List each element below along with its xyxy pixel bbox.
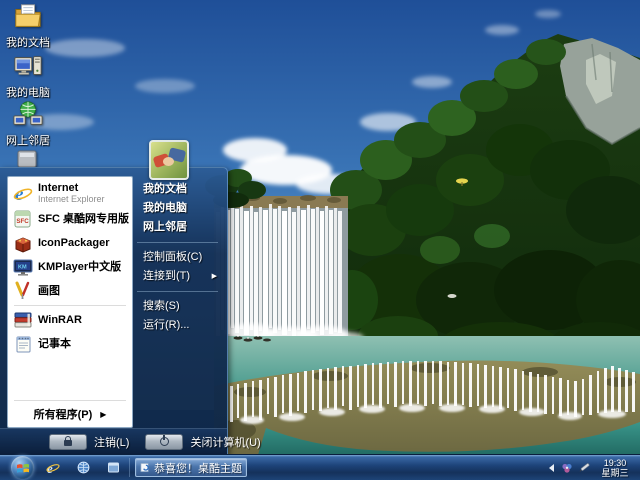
logoff-button[interactable] [49,433,87,450]
menu-item-my-computer[interactable]: 我的电脑 [133,199,222,218]
winrar-books-icon [14,312,32,328]
quick-launch-show-desktop[interactable] [106,460,121,475]
lock-icon [64,436,72,446]
start-menu: e Internet Internet Explorer SFC SFC 桌酷网… [0,140,261,455]
taskbar-divider [129,458,130,477]
desktop-icon-my-computer[interactable]: 我的电脑 [1,52,55,101]
taskbar: e 恭喜您！桌酷主题... 19:30 星期三 [0,454,640,480]
internet-explorer-icon: e [13,184,33,204]
logoff-label: 注销(L) [94,436,130,449]
menu-item-iconpackager[interactable]: IconPackager [8,231,132,255]
menu-spacer [8,356,132,398]
desktop-icon-network-places[interactable]: 网上邻居 [1,100,55,149]
quick-launch-internet-explorer[interactable]: e [45,460,60,475]
submenu-arrow-icon: ▶ [211,273,217,280]
task-button-zhuoku[interactable]: 恭喜您！桌酷主题... [135,458,247,477]
menu-item-connect-to[interactable]: 连接到(T) ▶ [133,267,222,286]
collapse-arrow-icon[interactable] [549,463,554,472]
clock-time: 19:30 [603,457,627,468]
shutdown-button[interactable] [145,433,184,450]
recycle-bin-icon [17,150,37,168]
taskbar-clock[interactable]: 19:30 星期三 [594,458,636,478]
system-tray: 19:30 星期三 [549,455,640,480]
my-documents-icon [15,4,41,27]
desktop-icon-label: 网上邻居 [6,135,50,147]
user-picture-detail [163,157,174,166]
menu-item-run[interactable]: 运行(R)... [133,316,222,335]
my-computer-icon [14,56,42,75]
start-menu-left-panel: e Internet Internet Explorer SFC SFC 桌酷网… [7,176,133,428]
menu-item-sfc[interactable]: SFC SFC 桌酷网专用版 [8,207,132,231]
desktop: 我的文档 我的电脑 网上邻居 e Internet Internet Explo… [0,0,640,480]
tray-theme-flower-icon[interactable] [560,461,573,474]
windows-flag-icon [16,463,29,473]
menu-item-internet[interactable]: e Internet Internet Explorer [8,180,132,207]
menu-item-kmplayer[interactable]: KM KMPlayer中文版 [8,255,132,279]
window-icon [108,462,119,473]
menu-item-search[interactable]: 搜索(S) [133,297,222,316]
menu-item-network-places[interactable]: 网上邻居 [133,218,222,237]
globe-icon [77,461,90,474]
power-icon [159,437,169,446]
svg-text:KM: KM [18,265,27,271]
menu-item-my-documents[interactable]: 我的文档 [133,180,222,199]
user-picture[interactable] [149,140,189,180]
quick-launch-browser-globe[interactable] [76,460,91,475]
svg-text:SFC: SFC [16,218,29,225]
tray-pen-icon[interactable] [577,461,590,474]
desktop-icon-my-documents[interactable]: 我的文档 [1,2,55,51]
desktop-icon-partial[interactable] [12,149,42,169]
start-menu-bottom-bar: 注销(L) 关闭计算机(U) [0,428,261,454]
menu-item-winrar[interactable]: WinRAR [8,308,132,332]
submenu-arrow-icon: ▶ [100,409,107,419]
clock-day: 星期三 [601,467,629,478]
start-menu-right-panel: 我的文档 我的电脑 网上邻居 控制面板(C) 连接到(T) ▶ 搜索(S) 运行… [133,178,222,428]
shutdown-label: 关闭计算机(U) [190,436,261,449]
paint-brush-icon [15,281,30,299]
notepad-icon [16,336,31,353]
start-button[interactable] [11,456,34,479]
menu-separator [137,291,218,292]
sfc-app-icon: SFC [14,210,31,228]
webpage-icon [140,463,149,472]
menu-separator [14,400,126,401]
menu-item-paint[interactable]: 画图 [8,279,132,303]
menu-item-notepad[interactable]: 记事本 [8,332,132,356]
network-places-icon [13,101,43,125]
internet-explorer-icon: e [45,461,60,475]
iconpackager-box-icon [15,237,31,253]
menu-separator [14,305,126,306]
desktop-icon-label: 我的电脑 [6,87,50,99]
desktop-icon-label: 我的文档 [6,37,50,49]
menu-separator [137,242,218,243]
kmplayer-monitor-icon: KM [13,259,33,276]
all-programs-button[interactable]: 所有程序(P) ▶ [8,403,132,425]
menu-item-control-panel[interactable]: 控制面板(C) [133,248,222,267]
